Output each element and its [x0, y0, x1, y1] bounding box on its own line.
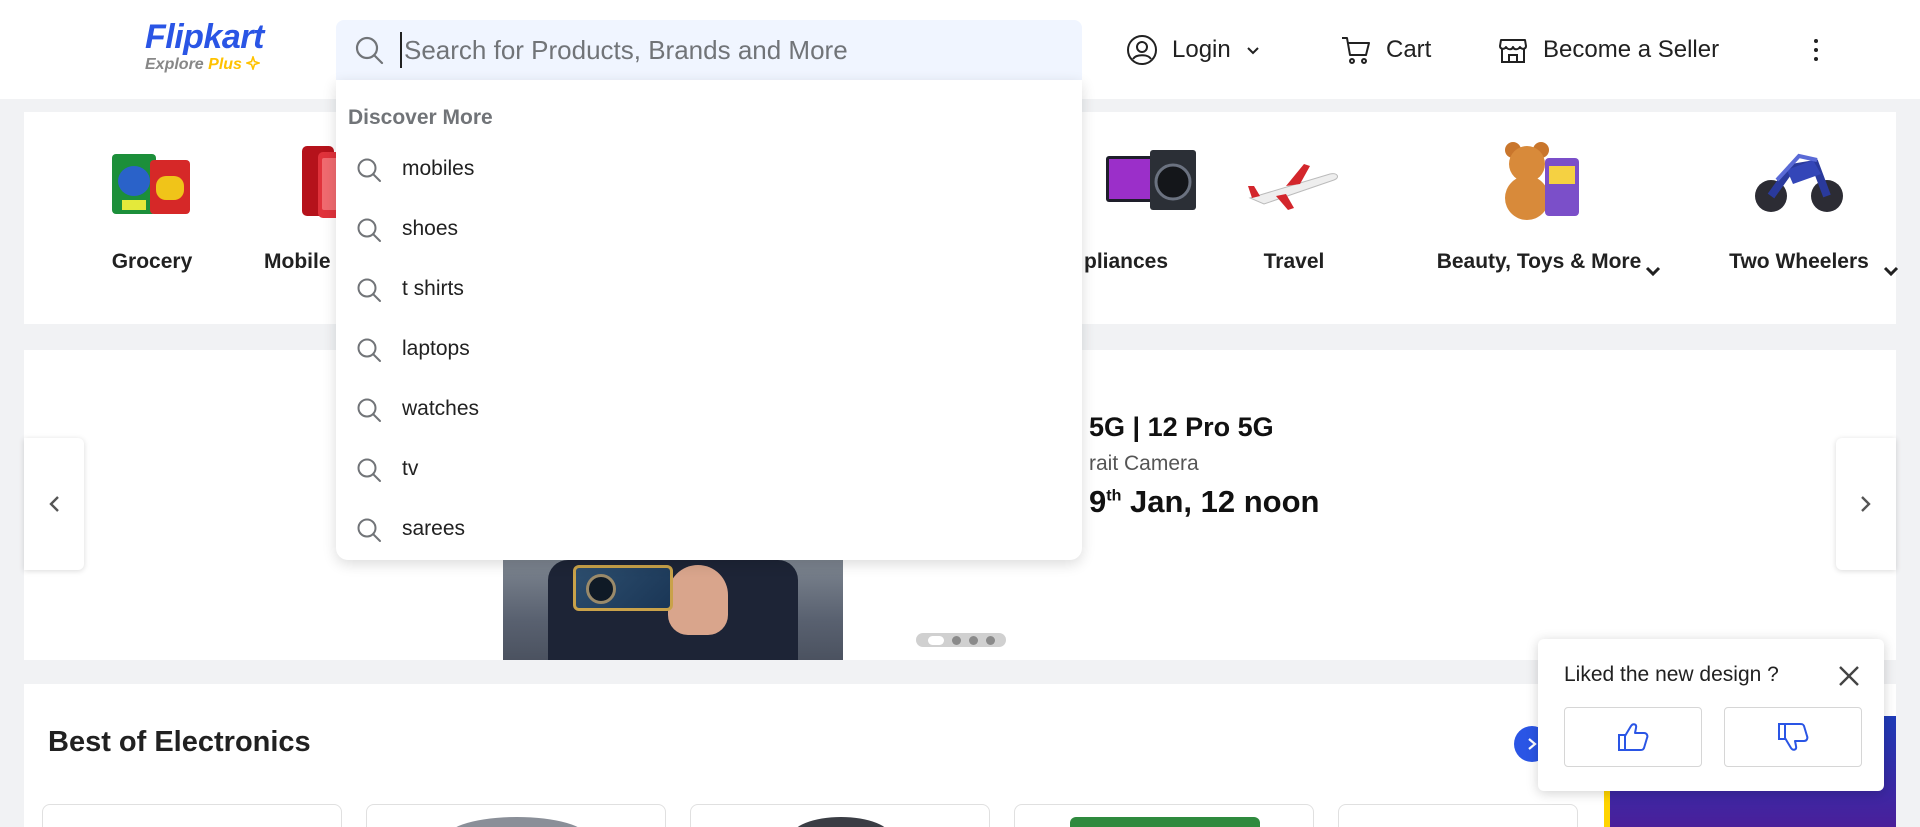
cart-label: Cart [1386, 36, 1432, 63]
carousel-dot[interactable] [985, 635, 995, 645]
logo-tagline-text: Explore [145, 56, 204, 73]
chevron-right-icon [1528, 738, 1537, 750]
suggestion-label: laptops [402, 337, 470, 360]
carousel-dots [916, 633, 1006, 647]
suggestion-item[interactable]: t shirts [336, 259, 1082, 319]
suggestion-item[interactable]: tv [336, 439, 1082, 499]
category-label: Beauty, Toys & More [1436, 250, 1642, 273]
cart-icon [1342, 37, 1370, 64]
category-beauty-toys[interactable]: Beauty, Toys & More [1424, 112, 1661, 324]
suggestion-item[interactable]: mobiles [336, 139, 1082, 199]
banner-date-rest: Jan, 12 noon [1121, 484, 1320, 519]
category-label: Two Wheelers [1729, 250, 1869, 273]
carousel-dot[interactable] [927, 635, 944, 645]
thumbs-down-icon [1778, 723, 1809, 751]
teddy-bear-image [1505, 142, 1579, 220]
product-card[interactable] [690, 804, 990, 827]
plus-star-icon [244, 54, 262, 72]
category-label: Travel [1263, 250, 1325, 273]
category-label: pliances [1084, 250, 1169, 273]
carousel-prev-button[interactable] [24, 438, 84, 570]
flipkart-logo[interactable]: Flipkart Explore Plus [145, 18, 285, 78]
search-input[interactable] [400, 32, 1060, 68]
search-icon [357, 338, 381, 362]
search-icon [357, 518, 381, 542]
banner-date: 9th Jan, 12 noon [1089, 484, 1319, 520]
product-image [791, 817, 891, 827]
thumbs-up-icon [1618, 723, 1649, 751]
product-card[interactable] [366, 804, 666, 827]
chevron-left-icon [49, 496, 59, 512]
category-two-wheelers[interactable]: Two Wheelers [1704, 112, 1899, 324]
search-icon[interactable] [354, 35, 384, 65]
logo-tagline-plus: Plus [208, 56, 242, 73]
product-card[interactable] [42, 804, 342, 827]
airplane-image [1248, 164, 1338, 210]
motorbike-image [1755, 153, 1843, 212]
feedback-question: Liked the new design ? [1564, 663, 1779, 686]
category-travel[interactable]: Travel [1224, 112, 1364, 324]
banner-title: 5G | 12 Pro 5G [1089, 412, 1274, 442]
category-label: Grocery [111, 250, 193, 273]
design-feedback-popup: Liked the new design ? [1538, 639, 1884, 791]
carousel-dot[interactable] [951, 635, 961, 645]
suggestion-label: tv [402, 457, 419, 480]
banner-phone-image [503, 560, 843, 660]
thumbs-up-button[interactable] [1564, 707, 1702, 767]
suggestion-label: mobiles [402, 157, 475, 180]
store-icon [1499, 39, 1527, 63]
chevron-down-icon [1247, 47, 1259, 55]
search-bar [336, 20, 1082, 80]
suggestion-label: sarees [402, 517, 466, 540]
carousel-next-button[interactable] [1836, 438, 1896, 570]
become-seller-label: Become a Seller [1543, 36, 1720, 63]
banner-date-suffix: th [1106, 487, 1122, 505]
search-icon [357, 398, 381, 422]
suggestion-label: shoes [402, 217, 459, 240]
chevron-down-icon [1883, 266, 1899, 277]
dropdown-title: Discover More [348, 106, 493, 129]
become-seller-button[interactable]: Become a Seller [1497, 30, 1719, 70]
thumbs-down-button[interactable] [1724, 707, 1862, 767]
carousel-dot[interactable] [968, 635, 978, 645]
login-label: Login [1172, 36, 1231, 63]
category-grocery[interactable]: Grocery [62, 112, 242, 324]
product-card[interactable] [1338, 804, 1578, 827]
suggestion-label: t shirts [402, 277, 464, 300]
product-image [1070, 817, 1260, 827]
chevron-right-icon [1861, 496, 1871, 512]
search-icon [357, 218, 381, 242]
suggestion-label: watches [402, 397, 480, 420]
suggestion-item[interactable]: shoes [336, 199, 1082, 259]
chevron-down-icon [1645, 266, 1661, 277]
search-icon [357, 158, 381, 182]
banner-date-day: 9 [1089, 484, 1107, 519]
more-options-icon[interactable] [1805, 30, 1827, 70]
banner-subtitle: rait Camera [1089, 452, 1199, 475]
search-icon [357, 278, 381, 302]
logo-title: Flipkart [145, 18, 264, 56]
suggestion-item[interactable]: watches [336, 379, 1082, 439]
login-button[interactable]: Login [1126, 30, 1261, 70]
grocery-image [112, 154, 190, 214]
suggestion-item[interactable]: laptops [336, 319, 1082, 379]
search-icon [357, 458, 381, 482]
close-icon[interactable] [1836, 663, 1862, 689]
user-circle-icon [1127, 35, 1157, 65]
product-card[interactable] [1014, 804, 1314, 827]
section-title: Best of Electronics [48, 726, 311, 758]
product-image [447, 817, 587, 827]
appliances-image [1106, 150, 1196, 210]
cart-button[interactable]: Cart [1340, 30, 1431, 70]
logo-tagline: Explore Plus [145, 54, 285, 74]
search-suggestions-dropdown: Discover More mobiles shoes t shirts lap… [336, 80, 1082, 560]
suggestion-item[interactable]: sarees [336, 499, 1082, 559]
category-appliances[interactable]: pliances [1084, 112, 1224, 324]
